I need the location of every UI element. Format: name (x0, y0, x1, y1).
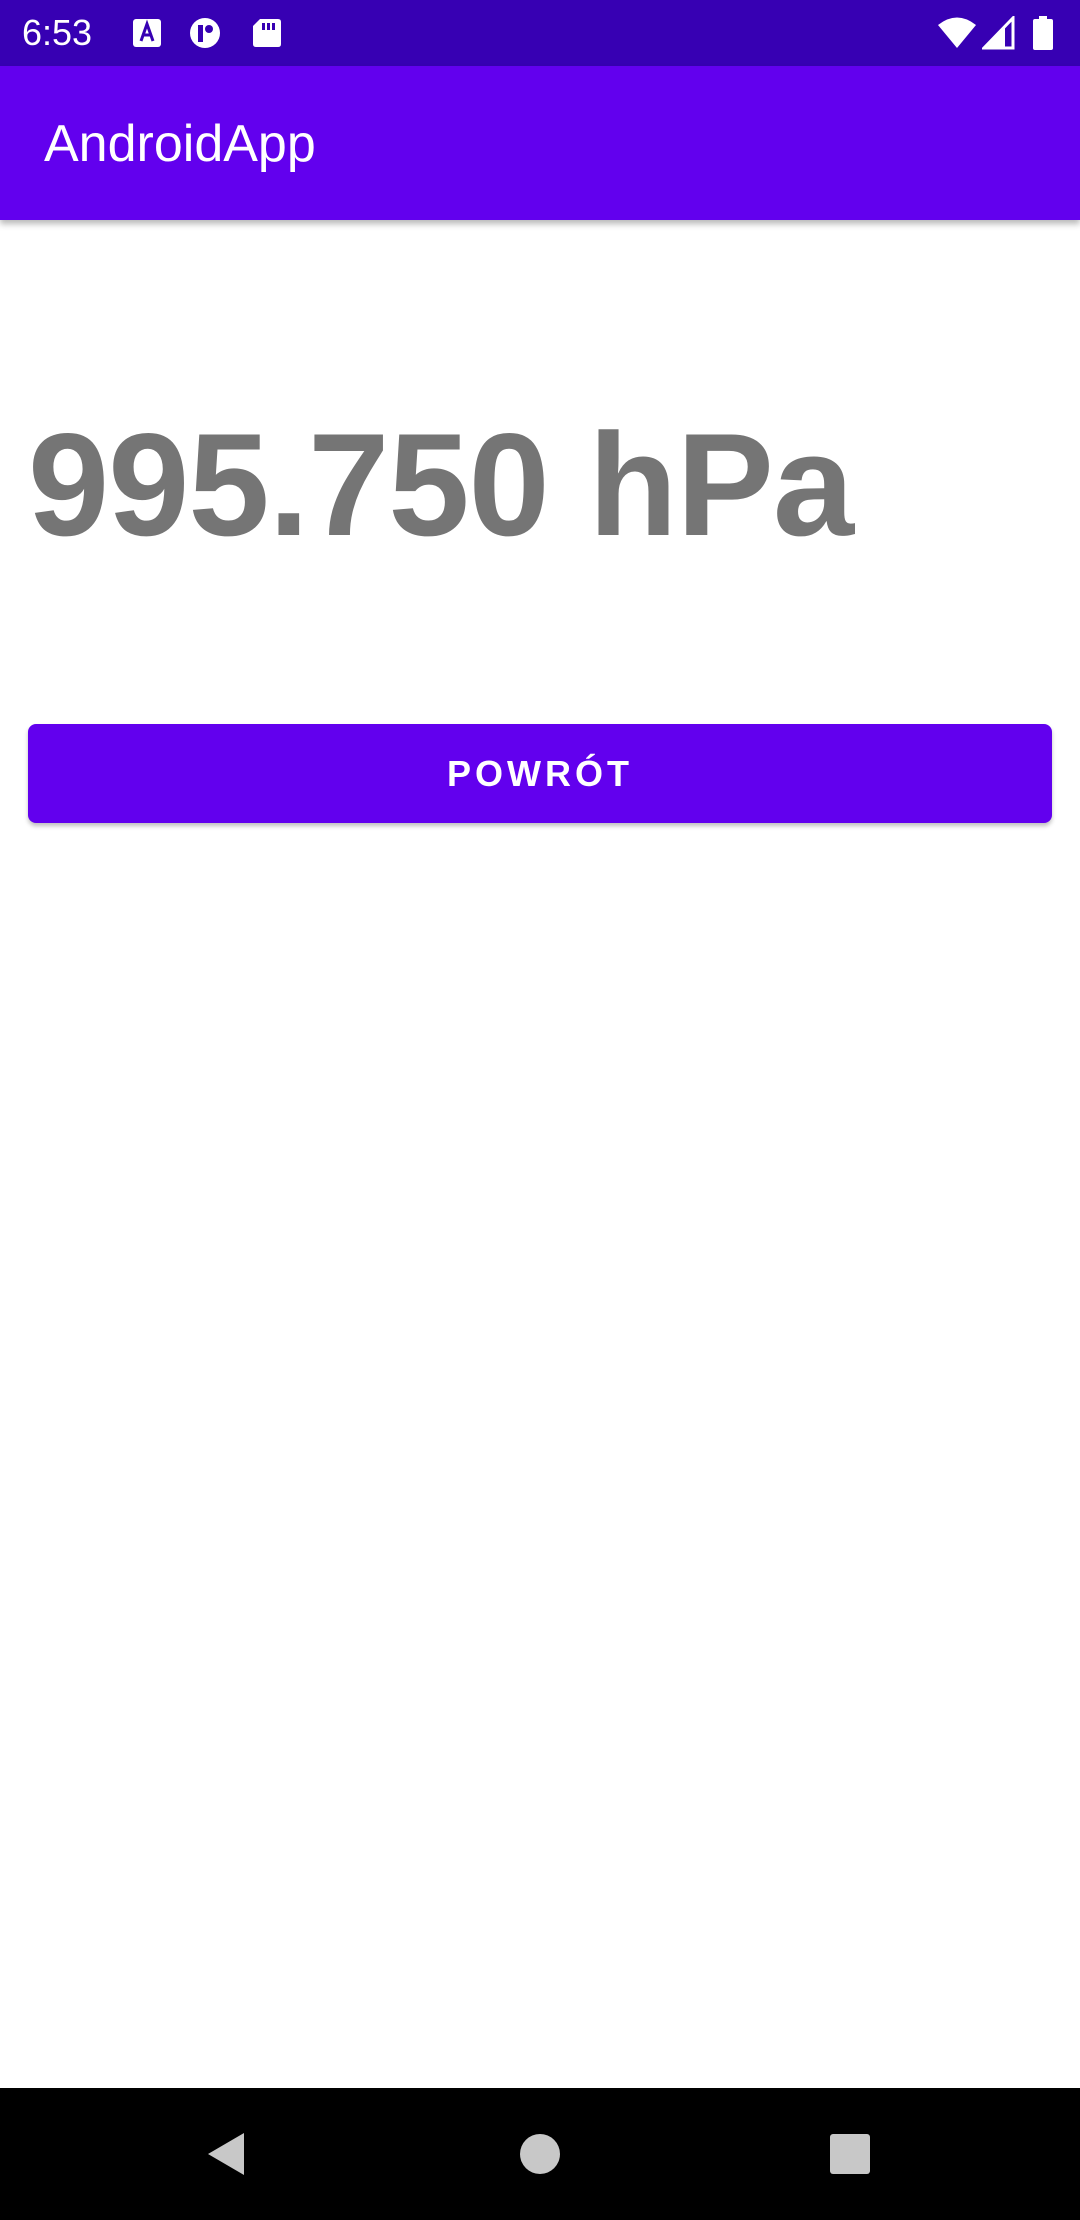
app-bar: AndroidApp (0, 66, 1080, 220)
recents-icon (830, 2134, 870, 2174)
battery-icon (1032, 16, 1054, 50)
nav-recents-button[interactable] (784, 2088, 916, 2220)
app-title: AndroidApp (44, 115, 316, 173)
cell-signal-icon (982, 16, 1016, 50)
pressure-reading: 995.750 hPa (28, 403, 854, 566)
navigation-bar (0, 2088, 1080, 2220)
screen: 6:53 AndroidApp 995.750 hPa POWRÓT (0, 0, 1080, 2220)
wifi-icon (936, 16, 978, 50)
text-a-icon (130, 16, 164, 50)
status-time: 6:53 (22, 12, 93, 53)
app-badge-icon (188, 16, 222, 50)
back-button[interactable]: POWRÓT (28, 724, 1052, 823)
home-icon (520, 2134, 560, 2174)
sd-card-icon (250, 16, 284, 50)
nav-home-button[interactable] (474, 2088, 606, 2220)
nav-back-button[interactable] (160, 2088, 292, 2220)
back-icon (208, 2133, 244, 2175)
status-bar: 6:53 (0, 0, 1080, 66)
